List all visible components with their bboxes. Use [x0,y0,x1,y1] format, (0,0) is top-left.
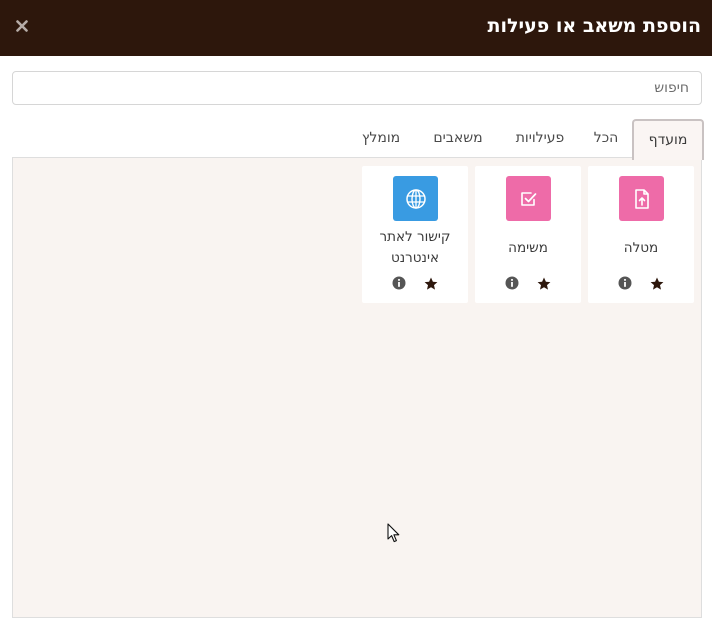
star-icon[interactable] [423,276,439,292]
card-actions [475,274,581,294]
info-icon[interactable] [618,276,632,290]
search-input[interactable] [12,71,702,105]
favorites-panel: מטלה משימה קישור לאתר אינטרנט [12,157,702,618]
info-icon[interactable] [392,276,406,290]
card-icon-box [393,176,438,221]
card-icon-box [619,176,664,221]
close-icon [16,20,28,32]
close-button[interactable] [10,14,34,38]
card-name: משימה [508,239,548,256]
card-actions [588,274,694,294]
mouse-cursor-icon [387,523,400,543]
tab-bar: מועדף הכל פעילויות משאבים מומלץ [0,116,712,160]
tab-all[interactable]: הכל [585,122,627,154]
assignment-upload-icon [634,188,649,209]
activity-card-task[interactable]: משימה [475,166,581,303]
tab-resources[interactable]: משאבים [421,122,495,154]
activity-card-assignment[interactable]: מטלה [588,166,694,303]
tab-favorites[interactable]: מועדף [632,119,704,160]
star-icon[interactable] [649,276,665,292]
info-icon[interactable] [505,276,519,290]
card-icon-box [506,176,551,221]
card-name: קישור לאתר אינטרנט [379,229,451,266]
tab-recommended[interactable]: מומלץ [352,122,410,154]
activity-card-url[interactable]: קישור לאתר אינטרנט [362,166,468,303]
card-actions [362,274,468,294]
card-name: מטלה [623,239,659,256]
tab-activities[interactable]: פעילויות [503,122,577,154]
checkbox-icon [520,191,536,206]
dialog-header: הוספת משאב או פעילות [0,0,712,56]
star-icon[interactable] [536,276,552,292]
globe-icon [405,188,426,209]
dialog-title: הוספת משאב או פעילות [487,15,701,37]
